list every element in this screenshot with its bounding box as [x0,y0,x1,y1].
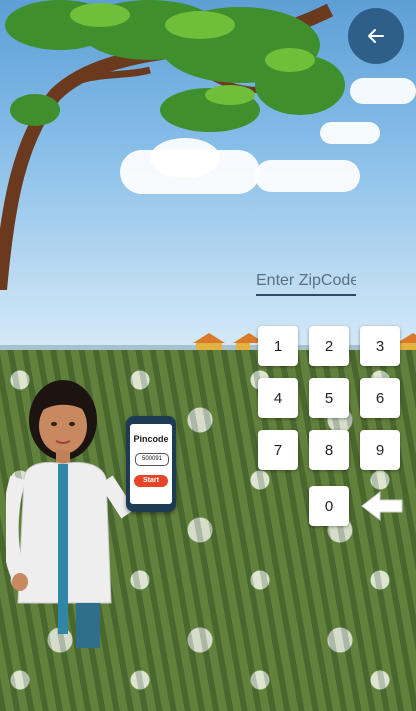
cloud [255,160,360,192]
zipcode-screen: 1 2 3 4 5 6 7 8 9 0 Pinco [0,0,416,711]
zipcode-input[interactable] [256,268,356,296]
key-9[interactable]: 9 [360,430,400,470]
backspace-arrow-icon [361,490,403,522]
arrow-left-icon [368,29,384,43]
key-7[interactable]: 7 [258,430,298,470]
phone-screen: Pincode 500091 Start [130,424,172,504]
key-5[interactable]: 5 [309,378,349,418]
scientist-character-illustration [6,380,135,648]
key-0[interactable]: 0 [309,486,349,526]
backspace-button[interactable] [360,486,404,526]
key-3[interactable]: 3 [360,326,400,366]
key-8[interactable]: 8 [309,430,349,470]
phone-start-label: Start [134,475,168,487]
phone-pincode-value: 500091 [135,453,169,466]
phone-illustration: Pincode 500091 Start [126,416,176,512]
cloud [350,78,416,104]
cloud [150,138,220,178]
back-button[interactable] [348,8,404,64]
key-2[interactable]: 2 [309,326,349,366]
key-4[interactable]: 4 [258,378,298,418]
phone-pincode-title: Pincode [133,434,169,444]
cloud [320,122,380,144]
key-6[interactable]: 6 [360,378,400,418]
key-1[interactable]: 1 [258,326,298,366]
